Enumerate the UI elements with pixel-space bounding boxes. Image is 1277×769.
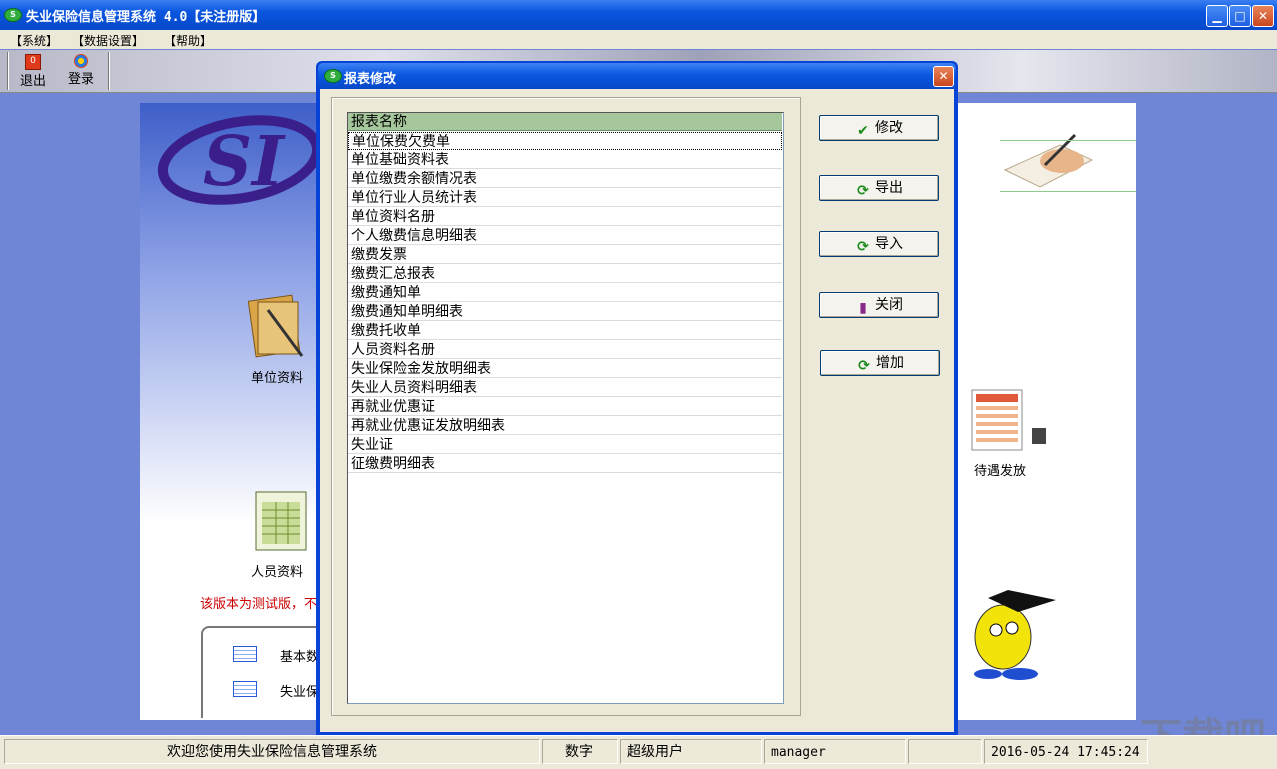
list-item[interactable]: 缴费汇总报表 [348,265,782,283]
exit-button[interactable]: 0 退出 [10,54,56,89]
dialog-app-icon: S [324,69,342,83]
door-exit-icon: ▮ [859,300,867,316]
status-user: manager [764,739,906,764]
trial-notice: 该版本为测试版，不 [200,597,318,612]
status-empty [908,739,982,764]
list-item[interactable]: 缴费托收单 [348,322,782,340]
minimize-button[interactable]: ▁ [1206,5,1228,27]
login-icon [74,54,88,68]
exit-label: 退出 [19,74,46,89]
toolbar-separator [108,52,110,90]
quick-links-box [201,626,333,718]
toolbar-separator [7,52,9,90]
report-list[interactable]: 报表名称 单位保费欠费单 单位基础资料表 单位缴费余额情况表 单位行业人员统计表… [347,112,784,704]
dialog-close-button[interactable]: ✕ [933,66,954,87]
list-item[interactable]: 个人缴费信息明细表 [348,227,782,245]
unit-info-button[interactable] [246,290,308,360]
list-item[interactable]: 单位行业人员统计表 [348,189,782,207]
modify-label: 修改 [875,120,903,136]
unit-info-label: 单位资料 [251,371,304,386]
person-info-button[interactable] [252,488,308,552]
status-numlock: 数字 [542,739,618,764]
menu-data-settings[interactable]: 【数据设置】 [72,32,144,49]
status-welcome: 欢迎您使用失业保险信息管理系统 [4,739,540,764]
ledger-icon [255,491,307,551]
list-item[interactable]: 单位缴费余额情况表 [348,170,782,188]
login-button[interactable]: 登录 [58,54,104,88]
menu-system[interactable]: 【系统】 [10,32,58,49]
si-logo: SI [155,110,323,210]
import-button[interactable]: ⟳ 导入 [819,231,939,257]
table-icon [233,681,257,697]
spreadsheet-icon [971,389,1046,451]
checkmark-icon: ✔ [857,123,869,139]
login-label: 登录 [67,72,94,87]
benefits-button[interactable] [968,388,1052,452]
svg-text:SI: SI [203,122,286,202]
close-window-button[interactable]: ✕ [1252,5,1274,27]
export-label: 导出 [875,180,903,196]
list-header[interactable]: 报表名称 [348,113,782,131]
refresh-icon: ⟳ [858,358,870,374]
status-bar: 欢迎您使用失业保险信息管理系统 数字 超级用户 manager 2016-05-… [0,735,1277,769]
refresh-icon: ⟳ [857,183,869,199]
list-item[interactable]: 单位基础资料表 [348,151,782,169]
add-button[interactable]: ⟳ 增加 [820,350,940,376]
add-label: 增加 [876,355,904,371]
dialog-title-bar: S 报表修改 ✕ [318,63,956,89]
window-title: 失业保险信息管理系统 4.0【未注册版】 [26,10,266,25]
close-label: 关闭 [875,297,903,313]
list-item[interactable]: 单位资料名册 [348,208,782,226]
dialog-title: 报表修改 [344,72,397,87]
status-role: 超级用户 [620,739,762,764]
list-item[interactable]: 再就业优惠证发放明细表 [348,417,782,435]
status-datetime: 2016-05-24 17:45:24 [984,739,1148,764]
folder-icon [247,294,304,358]
list-item[interactable]: 缴费通知单 [348,284,782,302]
person-info-label: 人员资料 [251,565,304,580]
title-bar: S 失业保险信息管理系统 4.0【未注册版】 ▁ □ ✕ [0,0,1277,30]
modify-button[interactable]: ✔ 修改 [819,115,939,141]
list-item[interactable]: 单位保费欠费单 [348,132,782,150]
benefits-label: 待遇发放 [974,464,1027,479]
list-item[interactable]: 征缴费明细表 [348,455,782,473]
mascot-icon [958,582,1058,682]
list-item[interactable]: 失业人员资料明细表 [348,379,782,397]
list-item[interactable]: 缴费通知单明细表 [348,303,782,321]
exit-icon: 0 [25,54,41,70]
quick-link-unemployment[interactable]: 失业保 [280,681,319,700]
list-item[interactable]: 缴费发票 [348,246,782,264]
menu-help[interactable]: 【帮助】 [164,32,212,49]
close-button[interactable]: ▮ 关闭 [819,292,939,318]
export-button[interactable]: ⟳ 导出 [819,175,939,201]
table-icon [233,646,257,662]
app-icon: S [4,8,22,22]
list-item[interactable]: 失业保险金发放明细表 [348,360,782,378]
quick-link-basic[interactable]: 基本数 [280,646,319,665]
refresh-icon: ⟳ [857,239,869,255]
list-item[interactable]: 人员资料名册 [348,341,782,359]
list-item[interactable]: 再就业优惠证 [348,398,782,416]
import-label: 导入 [875,236,903,252]
decorative-lines [1000,140,1136,192]
list-item[interactable]: 失业证 [348,436,782,454]
maximize-button[interactable]: □ [1229,5,1251,27]
menu-bar: 【系统】 【数据设置】 【帮助】 [0,30,1277,49]
